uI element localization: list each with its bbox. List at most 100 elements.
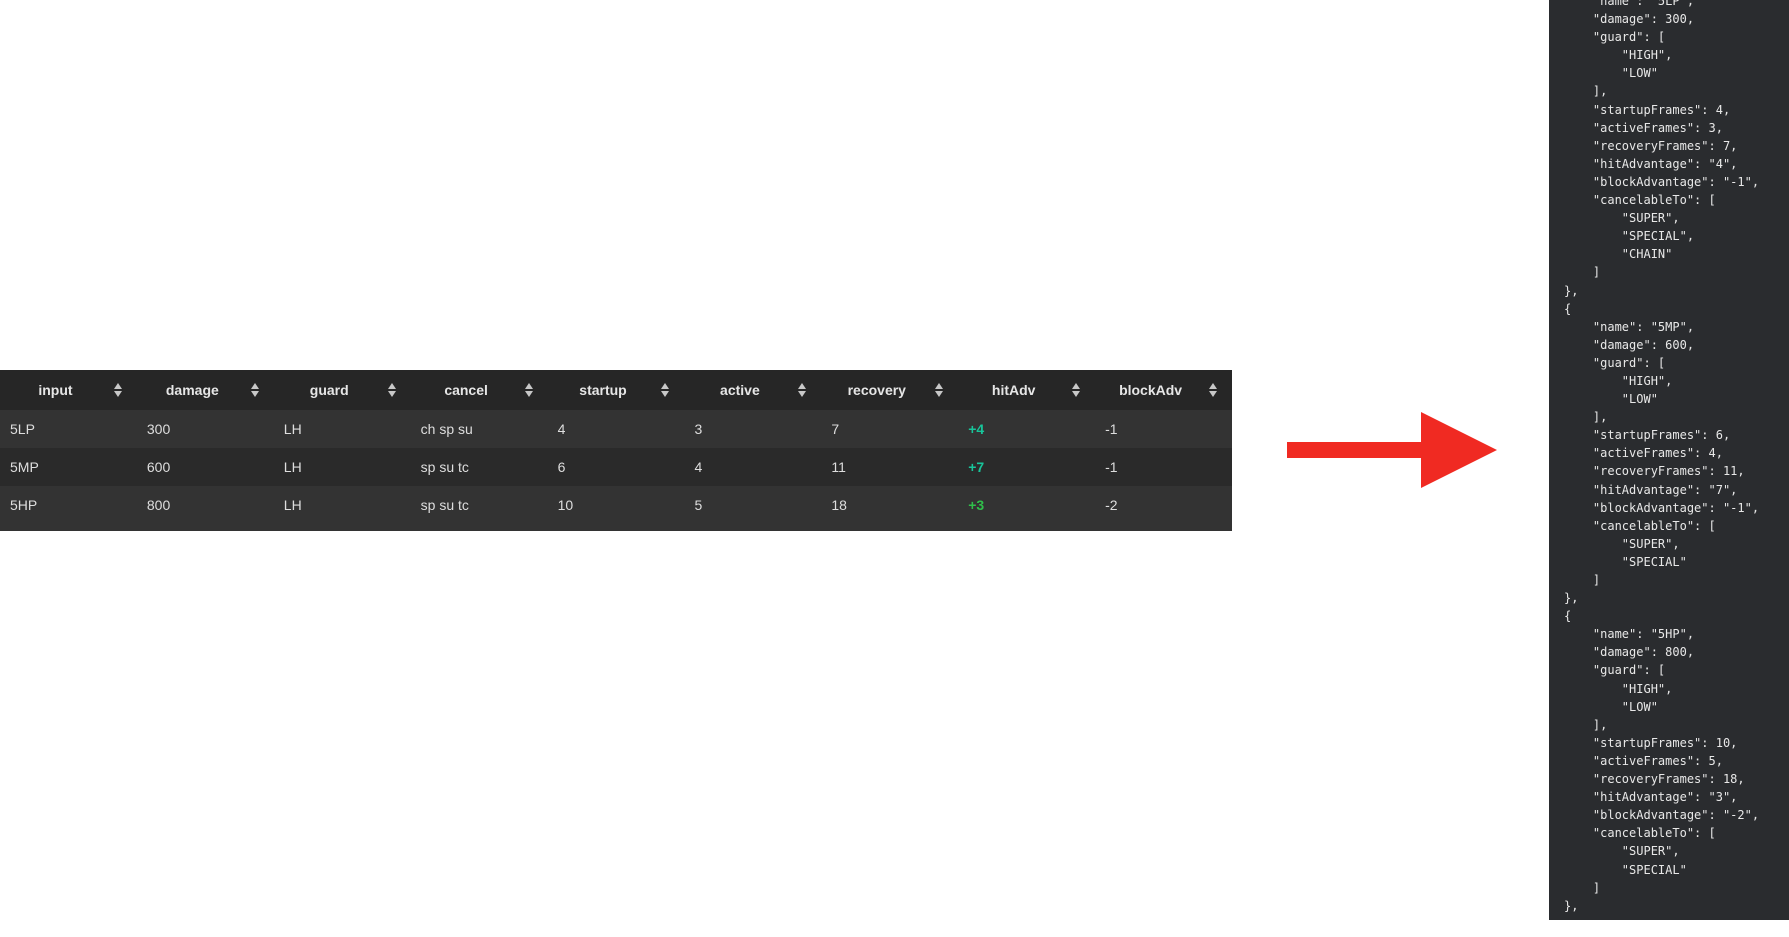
code-line: "HIGH", bbox=[1564, 373, 1673, 388]
code-line: "cancelableTo": [ bbox=[1564, 518, 1716, 533]
frame-data-table: input damage guard cancel startup active… bbox=[0, 370, 1233, 524]
code-line: { bbox=[1564, 609, 1572, 624]
cell-input: 5LP bbox=[10, 421, 35, 437]
column-header-active[interactable]: active bbox=[684, 370, 821, 410]
column-header-input[interactable]: input bbox=[0, 370, 137, 410]
column-header-label: blockAdv bbox=[1119, 382, 1183, 398]
code-line: "activeFrames": 4, bbox=[1564, 446, 1723, 461]
table-row: 5LP 300 LH ch sp su 4 3 7 +4 -1 bbox=[0, 410, 1233, 448]
code-line: "startupFrames": 10, bbox=[1564, 735, 1738, 750]
code-line: "SPECIAL" bbox=[1564, 554, 1687, 569]
column-header-cancel[interactable]: cancel bbox=[411, 370, 548, 410]
cell-cancel: sp su tc bbox=[420, 459, 469, 475]
code-line: ] bbox=[1564, 880, 1601, 895]
frame-data-table-container: input damage guard cancel startup active… bbox=[0, 370, 1233, 531]
code-line: "LOW" bbox=[1564, 392, 1658, 407]
cell-startup: 6 bbox=[557, 459, 566, 475]
column-header-label: recovery bbox=[847, 382, 906, 398]
cell-recovery: 7 bbox=[831, 421, 840, 437]
code-line: "HIGH", bbox=[1564, 681, 1673, 696]
code-line: "cancelableTo": [ bbox=[1564, 193, 1716, 208]
code-line: "damage": 300, bbox=[1564, 12, 1695, 27]
column-header-label: input bbox=[38, 382, 73, 398]
code-line: "name": "5LP", bbox=[1564, 0, 1695, 8]
column-header-startup[interactable]: startup bbox=[548, 370, 685, 410]
column-header-hitadv[interactable]: hitAdv bbox=[958, 370, 1095, 410]
code-line: "SUPER", bbox=[1564, 211, 1680, 226]
code-line: "activeFrames": 5, bbox=[1564, 753, 1723, 768]
column-header-label: active bbox=[720, 382, 760, 398]
sort-icon[interactable] bbox=[661, 382, 670, 398]
cell-hit-advantage: +3 bbox=[968, 497, 985, 513]
sort-icon[interactable] bbox=[1209, 382, 1218, 398]
code-line: "HIGH", bbox=[1564, 48, 1673, 63]
cell-active: 3 bbox=[694, 421, 703, 437]
code-line: "blockAdvantage": "-2", bbox=[1564, 808, 1760, 823]
code-line: "SUPER", bbox=[1564, 536, 1680, 551]
cell-active: 4 bbox=[694, 459, 703, 475]
code-line: }, bbox=[1564, 283, 1579, 298]
code-line: "SUPER", bbox=[1564, 844, 1680, 859]
sort-icon[interactable] bbox=[524, 382, 534, 398]
code-line: ], bbox=[1564, 410, 1608, 425]
code-line: "activeFrames": 3, bbox=[1564, 120, 1723, 135]
code-line: "CHAIN" bbox=[1564, 247, 1673, 262]
column-header-blockadv[interactable]: blockAdv bbox=[1095, 370, 1232, 410]
code-line: ], bbox=[1564, 84, 1608, 99]
code-line: "guard": [ bbox=[1564, 30, 1666, 45]
sort-icon[interactable] bbox=[387, 382, 397, 398]
json-code-block: "name": "5LP", "damage": 300, "guard": [… bbox=[1549, 0, 1789, 915]
sort-icon[interactable] bbox=[113, 382, 123, 398]
sort-icon[interactable] bbox=[1072, 382, 1081, 398]
cell-damage: 300 bbox=[146, 421, 171, 437]
cell-guard: LH bbox=[283, 459, 302, 475]
code-line: "hitAdvantage": "4", bbox=[1564, 156, 1738, 171]
column-header-label: damage bbox=[165, 382, 219, 398]
code-line: "LOW" bbox=[1564, 66, 1658, 81]
cell-cancel: sp su tc bbox=[420, 497, 469, 513]
code-line: }, bbox=[1564, 591, 1579, 606]
column-header-recovery[interactable]: recovery bbox=[821, 370, 958, 410]
column-header-label: hitAdv bbox=[991, 382, 1036, 398]
code-line: "blockAdvantage": "-1", bbox=[1564, 500, 1760, 515]
sort-icon[interactable] bbox=[798, 382, 807, 398]
cell-cancel: ch sp su bbox=[420, 421, 473, 437]
table-row: 5MP 600 LH sp su tc 6 4 11 +7 -1 bbox=[0, 448, 1233, 486]
code-line: ] bbox=[1564, 265, 1601, 280]
code-line: }, bbox=[1564, 898, 1579, 913]
sort-icon[interactable] bbox=[250, 382, 260, 398]
cell-startup: 4 bbox=[557, 421, 566, 437]
code-line: { bbox=[1564, 301, 1572, 316]
column-header-guard[interactable]: guard bbox=[274, 370, 411, 410]
cell-active: 5 bbox=[694, 497, 703, 513]
cell-damage: 800 bbox=[146, 497, 171, 513]
header-row: input damage guard cancel startup active… bbox=[0, 370, 1233, 410]
table-header: input damage guard cancel startup active… bbox=[0, 370, 1233, 410]
cell-hit-advantage: +7 bbox=[968, 459, 985, 475]
cell-block-advantage: -1 bbox=[1105, 459, 1118, 475]
code-line: "recoveryFrames": 7, bbox=[1564, 138, 1738, 153]
code-line: "hitAdvantage": "7", bbox=[1564, 482, 1738, 497]
right-arrow-icon bbox=[1287, 412, 1497, 488]
code-line: "startupFrames": 4, bbox=[1564, 102, 1731, 117]
code-line: "damage": 800, bbox=[1564, 645, 1695, 660]
code-line: ], bbox=[1564, 717, 1608, 732]
code-line: "hitAdvantage": "3", bbox=[1564, 790, 1738, 805]
sort-icon[interactable] bbox=[935, 382, 944, 398]
json-code-panel: "name": "5LP", "damage": 300, "guard": [… bbox=[1549, 0, 1789, 920]
cell-guard: LH bbox=[283, 421, 302, 437]
code-line: "name": "5HP", bbox=[1564, 627, 1695, 642]
cell-recovery: 18 bbox=[831, 497, 847, 513]
column-header-damage[interactable]: damage bbox=[137, 370, 274, 410]
cell-hit-advantage: +4 bbox=[968, 421, 985, 437]
code-line: "LOW" bbox=[1564, 699, 1658, 714]
code-line: "guard": [ bbox=[1564, 663, 1666, 678]
column-header-label: cancel bbox=[444, 382, 488, 398]
code-line: "blockAdvantage": "-1", bbox=[1564, 174, 1760, 189]
cell-input: 5MP bbox=[10, 459, 39, 475]
cell-startup: 10 bbox=[557, 497, 574, 513]
cell-input: 5HP bbox=[10, 497, 38, 513]
cell-damage: 600 bbox=[146, 459, 171, 475]
code-line: "SPECIAL" bbox=[1564, 862, 1687, 877]
column-header-label: guard bbox=[309, 382, 349, 398]
